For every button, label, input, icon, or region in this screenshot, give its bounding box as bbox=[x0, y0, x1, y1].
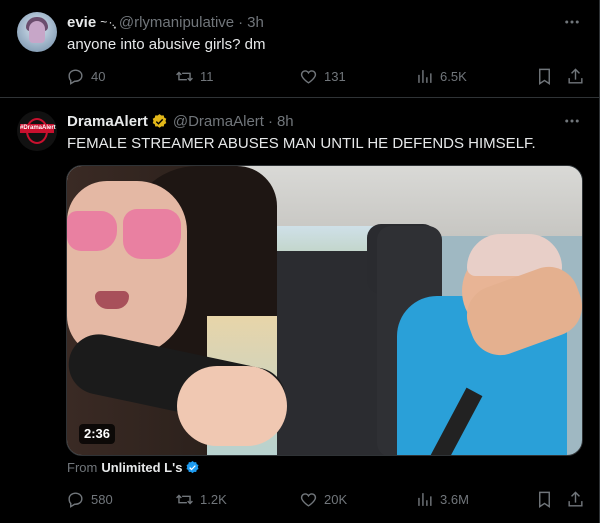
reply-count: 40 bbox=[91, 68, 106, 84]
bookmark-button[interactable] bbox=[535, 490, 560, 509]
repost-button[interactable]: 1.2K bbox=[175, 490, 227, 509]
bookmark-button[interactable] bbox=[535, 67, 560, 86]
video-frame-mouth bbox=[95, 291, 129, 309]
reply-count: 580 bbox=[91, 491, 113, 507]
video-duration-badge: 2:36 bbox=[79, 424, 116, 444]
verified-gold-badge-icon[interactable] bbox=[151, 113, 168, 130]
avatar[interactable]: #DramaAlert bbox=[17, 111, 57, 151]
bookmark-icon bbox=[539, 491, 550, 508]
video-frame-woman-face bbox=[67, 181, 187, 356]
tweet-evie[interactable]: evie ~ ·.̩͙ @rlymanipulative · 3h anyone… bbox=[0, 0, 600, 98]
views-count: 3.6M bbox=[440, 491, 469, 507]
reply-button[interactable]: 40 bbox=[66, 67, 105, 86]
like-icon bbox=[300, 492, 317, 507]
share-icon bbox=[568, 67, 583, 84]
video-frame-glasses-left bbox=[67, 211, 117, 251]
bookmark-icon bbox=[539, 68, 550, 85]
views-button[interactable]: 6.5K bbox=[415, 67, 467, 86]
logo-text: #DramaAlert bbox=[20, 124, 56, 133]
separator-dot: · bbox=[267, 112, 273, 130]
name-decoration: ~ ·.̩͙ bbox=[100, 15, 115, 29]
repost-icon bbox=[176, 71, 193, 81]
handle[interactable]: @DramaAlert bbox=[173, 113, 264, 130]
reply-icon bbox=[68, 491, 83, 508]
display-name[interactable]: evie bbox=[67, 14, 96, 31]
handle[interactable]: @rlymanipulative bbox=[119, 14, 234, 31]
video-frame-glasses-right bbox=[123, 209, 181, 259]
video-player[interactable]: 2:36 bbox=[66, 165, 583, 456]
more-icon[interactable] bbox=[562, 111, 582, 131]
like-count: 131 bbox=[324, 68, 346, 84]
tweet-header: DramaAlert @DramaAlert · 8h bbox=[67, 111, 294, 131]
tweet-text: anyone into abusive girls? dm bbox=[67, 36, 266, 53]
views-button[interactable]: 3.6M bbox=[415, 490, 469, 509]
repost-count: 11 bbox=[200, 68, 214, 84]
avatar[interactable] bbox=[17, 12, 57, 52]
separator-dot: · bbox=[238, 13, 244, 31]
video-frame-hand bbox=[177, 366, 287, 446]
reply-icon bbox=[68, 68, 83, 85]
from-label: From bbox=[67, 460, 98, 475]
more-icon[interactable] bbox=[562, 12, 582, 32]
repost-button[interactable]: 11 bbox=[175, 67, 214, 86]
tweet-text: FEMALE STREAMER ABUSES MAN UNTIL HE DEFE… bbox=[67, 135, 536, 152]
tweet-header: evie ~ ·.̩͙ @rlymanipulative · 3h bbox=[67, 12, 264, 32]
like-button[interactable]: 131 bbox=[299, 67, 346, 86]
repost-icon bbox=[176, 494, 193, 504]
views-icon bbox=[418, 69, 432, 83]
views-count: 6.5K bbox=[440, 68, 467, 84]
views-icon bbox=[418, 492, 432, 506]
like-icon bbox=[300, 69, 317, 84]
like-button[interactable]: 20K bbox=[299, 490, 347, 509]
verified-blue-badge-icon bbox=[186, 460, 199, 474]
timestamp[interactable]: 8h bbox=[277, 113, 294, 130]
tweet-dramaalert[interactable]: #DramaAlert DramaAlert @DramaAlert · 8h … bbox=[0, 99, 600, 523]
action-bar: 580 1.2K 20K 3.6M bbox=[60, 481, 595, 517]
repost-count: 1.2K bbox=[200, 491, 227, 507]
avatar-figure bbox=[29, 21, 45, 43]
share-button[interactable] bbox=[566, 67, 591, 86]
like-count: 20K bbox=[324, 491, 348, 507]
timestamp[interactable]: 3h bbox=[247, 14, 264, 31]
video-source-attribution: From Unlimited L's bbox=[67, 460, 200, 475]
share-icon bbox=[568, 490, 583, 507]
source-account-link[interactable]: Unlimited L's bbox=[101, 460, 182, 475]
display-name[interactable]: DramaAlert bbox=[67, 113, 148, 130]
action-bar: 40 11 131 6.5K bbox=[60, 58, 595, 94]
share-button[interactable] bbox=[566, 490, 591, 509]
reply-button[interactable]: 580 bbox=[66, 490, 113, 509]
